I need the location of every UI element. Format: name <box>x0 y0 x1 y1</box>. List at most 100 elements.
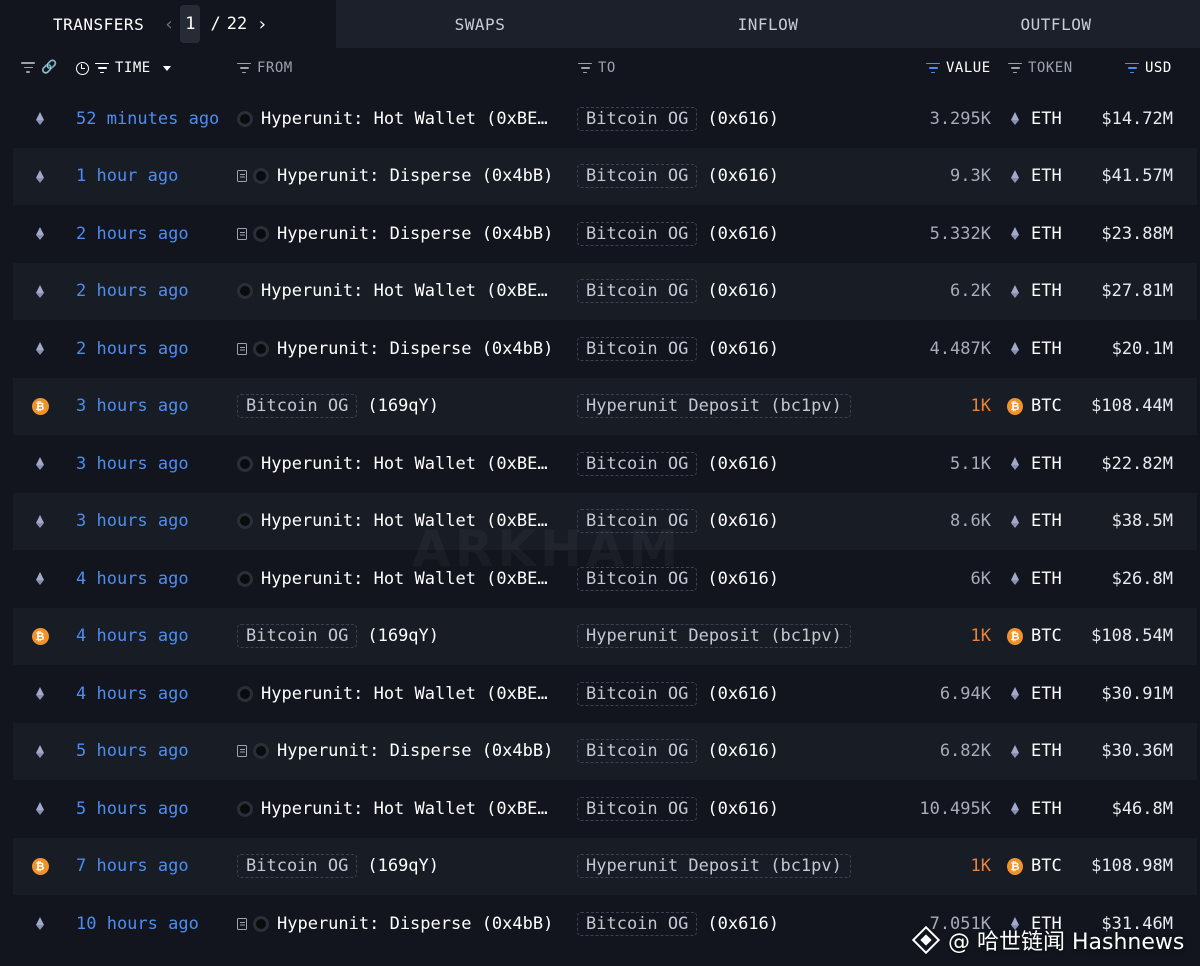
token-symbol[interactable]: BTC <box>1031 626 1062 646</box>
from-entity[interactable]: Hyperunit: Hot Wallet (0xBE… <box>261 684 548 704</box>
to-address[interactable]: (0x616) <box>707 799 779 819</box>
token-symbol[interactable]: ETH <box>1031 741 1062 761</box>
to-entity-pill[interactable]: Bitcoin OG <box>577 739 698 763</box>
to-address[interactable]: (0x616) <box>707 339 779 359</box>
to-address[interactable]: (0x616) <box>707 569 779 589</box>
table-row[interactable]: ₿ 3 hours ago Bitcoin OG (169qY) Hyperunit D… <box>13 377 1197 435</box>
from-entity[interactable]: Hyperunit: Disperse (0x4bB) <box>277 224 553 244</box>
from-entity[interactable]: Hyperunit: Disperse (0x4bB) <box>277 741 553 761</box>
chevron-left-icon[interactable]: ‹ <box>162 14 176 35</box>
caret-down-icon[interactable] <box>162 65 171 71</box>
table-row[interactable]: 3 hours ago Hyperunit: Hot Wallet (0xBE… B… <box>13 435 1197 492</box>
to-entity-pill[interactable]: Bitcoin OG <box>577 796 698 821</box>
from-entity[interactable]: Hyperunit: Disperse (0x4bB) <box>277 339 553 359</box>
to-entity-pill[interactable]: Bitcoin OG <box>577 279 698 303</box>
tab-transfers[interactable]: TRANSFERS ‹ 1 / 22 › <box>0 0 336 48</box>
table-row[interactable]: 52 minutes ago Hyperunit: Hot Wallet (0xB… <box>13 90 1197 147</box>
table-row[interactable]: 5 hours ago Hyperunit: Disperse (0x4bB) Bi… <box>13 722 1197 780</box>
token-symbol[interactable]: ETH <box>1031 224 1062 244</box>
to-entity-pill[interactable]: Hyperunit Deposit (bc1pv) <box>577 394 851 418</box>
header-time[interactable]: TIME <box>76 60 171 76</box>
filter-icon[interactable] <box>21 62 35 73</box>
token-symbol[interactable]: BTC <box>1031 856 1062 876</box>
from-address[interactable]: (169qY) <box>367 856 439 876</box>
table-row[interactable]: 2 hours ago Hyperunit: Disperse (0x4bB) Bi… <box>13 320 1197 377</box>
time-link[interactable]: 4 hours ago <box>76 665 189 722</box>
token-symbol[interactable]: ETH <box>1031 454 1062 474</box>
time-link[interactable]: 2 hours ago <box>76 205 189 262</box>
tab-outflow[interactable]: OUTFLOW <box>912 0 1200 48</box>
from-entity[interactable]: Hyperunit: Disperse (0x4bB) <box>277 166 553 186</box>
from-entity[interactable]: Hyperunit: Hot Wallet (0xBE… <box>261 454 548 474</box>
to-address[interactable]: (0x616) <box>707 741 779 761</box>
header-to[interactable]: TO <box>578 60 616 76</box>
time-link[interactable]: 7 hours ago <box>76 838 189 895</box>
filter-icon[interactable] <box>926 62 940 74</box>
time-link[interactable]: 1 hour ago <box>76 148 178 205</box>
to-entity-pill[interactable]: Bitcoin OG <box>577 336 698 361</box>
time-link[interactable]: 4 hours ago <box>76 608 189 665</box>
to-entity-pill[interactable]: Bitcoin OG <box>577 451 698 476</box>
table-row[interactable]: 2 hours ago Hyperunit: Disperse (0x4bB) Bi… <box>13 205 1197 262</box>
time-link[interactable]: 2 hours ago <box>76 263 189 320</box>
to-entity-pill[interactable]: Bitcoin OG <box>577 164 698 188</box>
from-entity-pill[interactable]: Bitcoin OG <box>237 854 358 878</box>
to-address[interactable]: (0x616) <box>707 511 779 531</box>
table-row[interactable]: ₿ 4 hours ago Bitcoin OG (169qY) Hyperunit D… <box>13 607 1197 665</box>
time-link[interactable]: 2 hours ago <box>76 320 189 377</box>
filter-icon[interactable] <box>237 62 251 74</box>
header-usd[interactable]: USD <box>1125 60 1172 76</box>
to-address[interactable]: (0x616) <box>707 281 779 301</box>
token-symbol[interactable]: ETH <box>1031 109 1062 129</box>
to-entity-pill[interactable]: Bitcoin OG <box>577 106 698 131</box>
to-entity-pill[interactable]: Bitcoin OG <box>577 911 698 936</box>
token-symbol[interactable]: BTC <box>1031 396 1062 416</box>
table-row[interactable]: 5 hours ago Hyperunit: Hot Wallet (0xBE… B… <box>13 780 1197 837</box>
tab-swaps[interactable]: SWAPS <box>336 0 624 48</box>
time-link[interactable]: 3 hours ago <box>76 493 189 550</box>
to-entity-pill[interactable]: Bitcoin OG <box>577 221 698 246</box>
chain-filter[interactable]: 🔗 <box>21 60 58 75</box>
from-entity-pill[interactable]: Bitcoin OG <box>237 394 358 418</box>
token-symbol[interactable]: ETH <box>1031 166 1062 186</box>
table-row[interactable]: 4 hours ago Hyperunit: Hot Wallet (0xBE… B… <box>13 665 1197 722</box>
to-address[interactable]: (0x616) <box>707 224 779 244</box>
from-address[interactable]: (169qY) <box>367 626 439 646</box>
token-symbol[interactable]: ETH <box>1031 799 1062 819</box>
time-link[interactable]: 10 hours ago <box>76 895 199 952</box>
table-row[interactable]: 1 hour ago Hyperunit: Disperse (0x4bB) Bit… <box>13 147 1197 205</box>
token-symbol[interactable]: ETH <box>1031 569 1062 589</box>
token-symbol[interactable]: ETH <box>1031 511 1062 531</box>
filter-icon[interactable] <box>578 62 592 74</box>
header-from[interactable]: FROM <box>237 60 293 76</box>
from-entity[interactable]: Hyperunit: Hot Wallet (0xBE… <box>261 281 548 301</box>
time-link[interactable]: 3 hours ago <box>76 378 189 435</box>
time-link[interactable]: 5 hours ago <box>76 780 189 837</box>
to-address[interactable]: (0x616) <box>707 166 779 186</box>
filter-icon[interactable] <box>1008 62 1022 74</box>
token-symbol[interactable]: ETH <box>1031 684 1062 704</box>
time-link[interactable]: 3 hours ago <box>76 435 189 492</box>
from-entity[interactable]: Hyperunit: Disperse (0x4bB) <box>277 914 553 934</box>
table-row[interactable]: ₿ 7 hours ago Bitcoin OG (169qY) Hyperunit D… <box>13 837 1197 895</box>
chevron-right-icon[interactable]: › <box>255 14 269 35</box>
to-address[interactable]: (0x616) <box>707 914 779 934</box>
tab-inflow[interactable]: INFLOW <box>624 0 912 48</box>
to-entity-pill[interactable]: Hyperunit Deposit (bc1pv) <box>577 854 851 878</box>
filter-icon[interactable] <box>1125 62 1139 74</box>
to-entity-pill[interactable]: Hyperunit Deposit (bc1pv) <box>577 624 851 648</box>
header-value[interactable]: VALUE <box>926 60 991 76</box>
link-icon[interactable]: 🔗 <box>41 60 58 75</box>
to-address[interactable]: (0x616) <box>707 109 779 129</box>
filter-icon[interactable] <box>95 62 109 74</box>
time-link[interactable]: 4 hours ago <box>76 550 189 607</box>
from-entity[interactable]: Hyperunit: Hot Wallet (0xBE… <box>261 799 548 819</box>
to-address[interactable]: (0x616) <box>707 454 779 474</box>
token-symbol[interactable]: ETH <box>1031 339 1062 359</box>
to-entity-pill[interactable]: Bitcoin OG <box>577 681 698 706</box>
from-entity-pill[interactable]: Bitcoin OG <box>237 624 358 648</box>
time-link[interactable]: 5 hours ago <box>76 723 189 780</box>
to-address[interactable]: (0x616) <box>707 684 779 704</box>
time-link[interactable]: 52 minutes ago <box>76 90 219 147</box>
header-token[interactable]: TOKEN <box>1008 60 1073 76</box>
